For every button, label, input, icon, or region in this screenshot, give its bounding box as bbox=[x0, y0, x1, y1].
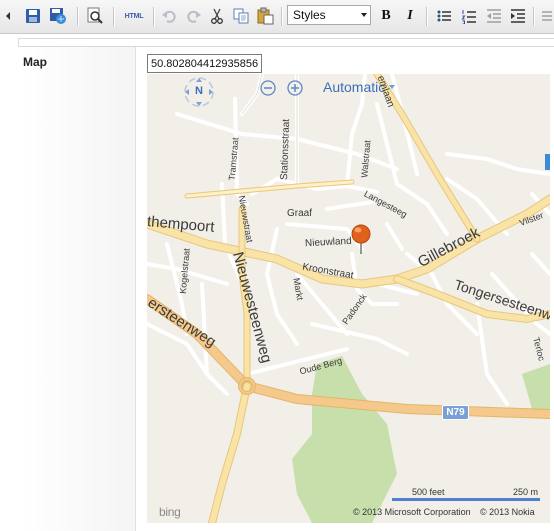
scale-bar bbox=[392, 498, 460, 501]
redo-icon[interactable] bbox=[185, 7, 203, 25]
map-canvas[interactable]: N Automatic thempoort Gillebroek Tongers… bbox=[147, 74, 550, 523]
italic-button[interactable]: I bbox=[401, 7, 419, 25]
scale-feet-label: 500 feet bbox=[412, 487, 445, 497]
road-shield-label: N79 bbox=[442, 405, 469, 420]
preview-icon[interactable] bbox=[86, 7, 104, 25]
toolbar-separator bbox=[77, 7, 79, 26]
street-label: Stationsstraat bbox=[279, 118, 293, 181]
more-tools-icon[interactable] bbox=[540, 7, 554, 25]
toolbar-separator bbox=[153, 7, 155, 26]
form-row-divider bbox=[18, 38, 554, 46]
street-label: Graaf bbox=[287, 208, 313, 219]
scale-meters-label: 250 m bbox=[513, 487, 539, 497]
editor-toolbar: HTML Styles B I bbox=[0, 0, 554, 34]
html-source-label: HTML bbox=[124, 12, 144, 20]
toolbar-separator bbox=[113, 7, 115, 26]
html-source-button[interactable]: HTML bbox=[121, 7, 147, 25]
toolbar-separator bbox=[426, 7, 428, 26]
cut-icon[interactable] bbox=[208, 7, 226, 25]
copy-icon[interactable] bbox=[232, 7, 250, 25]
bing-logo: bing bbox=[159, 505, 181, 519]
italic-label: I bbox=[407, 8, 413, 23]
indent-icon[interactable] bbox=[509, 7, 527, 25]
bold-button[interactable]: B bbox=[377, 7, 395, 25]
nokia-copyright: © 2013 Nokia bbox=[480, 507, 535, 517]
styles-dropdown-value: Styles bbox=[293, 8, 326, 22]
zoom-out-button[interactable] bbox=[260, 80, 276, 96]
compass-north-label: N bbox=[195, 85, 203, 97]
field-label-cell bbox=[18, 47, 136, 531]
map-field-label: Map bbox=[23, 55, 47, 69]
toolbar-separator bbox=[281, 7, 283, 26]
toolbar-separator bbox=[533, 7, 535, 26]
paste-icon[interactable] bbox=[256, 7, 274, 25]
numbered-list-icon[interactable] bbox=[460, 7, 478, 25]
bold-label: B bbox=[381, 8, 391, 23]
bullet-list-icon[interactable] bbox=[435, 7, 453, 25]
styles-dropdown[interactable]: Styles bbox=[287, 5, 371, 25]
save-and-publish-icon[interactable] bbox=[49, 7, 67, 25]
zoom-in-button[interactable] bbox=[287, 80, 303, 96]
undo-icon[interactable] bbox=[160, 7, 178, 25]
scale-bar bbox=[456, 498, 540, 501]
map-compass[interactable]: N bbox=[179, 77, 219, 107]
save-icon[interactable] bbox=[24, 7, 42, 25]
collapse-toolbar-icon[interactable] bbox=[4, 7, 12, 25]
microsoft-copyright: © 2013 Microsoft Corporation bbox=[353, 507, 471, 517]
outdent-icon[interactable] bbox=[485, 7, 503, 25]
location-pin-icon[interactable] bbox=[351, 224, 371, 256]
chevron-down-icon bbox=[361, 13, 367, 17]
coordinates-input[interactable] bbox=[147, 54, 262, 73]
